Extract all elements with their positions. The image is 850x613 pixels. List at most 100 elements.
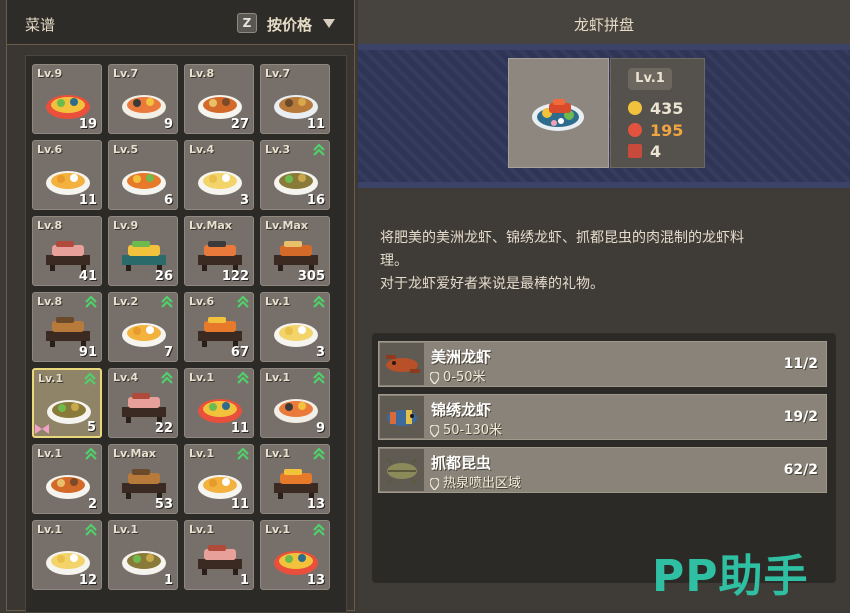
stew-bowl-icon bbox=[274, 323, 318, 347]
recipe-card[interactable]: Lv.3 16 bbox=[260, 140, 330, 210]
shrimp-plate-icon bbox=[122, 323, 166, 347]
recipe-count: 3 bbox=[239, 193, 249, 208]
ingredient-name: 抓都昆虫 bbox=[431, 454, 492, 472]
upgrade-arrow-icon bbox=[237, 447, 249, 460]
sushi-rolls-icon bbox=[122, 95, 166, 119]
recipe-list-header: 菜谱 Z 按价格 bbox=[7, 0, 354, 45]
recipe-card[interactable]: Lv.1 9 bbox=[260, 368, 330, 438]
recipe-card[interactable]: Lv.9 19 bbox=[32, 64, 102, 134]
sort-hotkey-badge[interactable]: Z bbox=[237, 13, 257, 33]
recipe-count: 12 bbox=[78, 573, 97, 588]
recipe-count: 26 bbox=[154, 269, 173, 284]
recipe-level: Lv.4 bbox=[189, 143, 215, 156]
recipe-card[interactable]: Lv.1 11 bbox=[184, 444, 254, 514]
recipe-list-title: 菜谱 bbox=[25, 16, 56, 34]
upgrade-arrow-icon bbox=[313, 143, 325, 156]
seafood-mix-icon bbox=[46, 475, 90, 499]
tofu-plate-icon bbox=[198, 171, 242, 195]
recipe-count: 27 bbox=[230, 117, 249, 132]
sort-by-price-button[interactable]: 按价格 bbox=[267, 14, 312, 35]
recipe-card[interactable]: Lv.1 3 bbox=[260, 292, 330, 362]
recipe-level: Lv.1 bbox=[37, 447, 63, 460]
upgrade-arrow-icon bbox=[85, 523, 97, 536]
recipe-level: Lv.Max bbox=[113, 447, 156, 460]
location-pin-icon bbox=[429, 369, 440, 385]
ingredient-quantity: 62/2 bbox=[783, 462, 818, 478]
recipe-level: Lv.1 bbox=[38, 372, 64, 385]
dish-level-badge: Lv.1 bbox=[628, 68, 672, 90]
description-line: 理。 bbox=[380, 253, 408, 269]
recipe-card[interactable]: Lv.1 11 bbox=[184, 368, 254, 438]
recipe-level: Lv.1 bbox=[265, 523, 291, 536]
description-line: 将肥美的美洲龙虾、锦绣龙虾、抓都昆虫的肉混制的龙虾料 bbox=[380, 230, 744, 246]
recipe-card[interactable]: Lv.1 2 bbox=[32, 444, 102, 514]
recipe-card[interactable]: Lv.1 13 bbox=[260, 444, 330, 514]
portions-value: 4 bbox=[650, 142, 662, 161]
price-value: 435 bbox=[650, 99, 684, 118]
recipe-level: Lv.1 bbox=[189, 371, 215, 384]
upgrade-arrow-icon bbox=[237, 371, 249, 384]
recipe-count: 11 bbox=[306, 117, 325, 132]
recipe-level: Lv.1 bbox=[265, 447, 291, 460]
recipe-card[interactable]: Lv.1 5 bbox=[32, 368, 102, 438]
recipe-level: Lv.5 bbox=[113, 143, 139, 156]
recipe-level: Lv.9 bbox=[113, 219, 139, 232]
recipe-card[interactable]: Lv.4 22 bbox=[108, 368, 178, 438]
recipe-grid: Lv.9 19 Lv.7 9 Lv.8 27 Lv.7 11 Lv.6 11 Lv.5 6 Lv.4 3 L… bbox=[25, 55, 347, 613]
recipe-level: Lv.7 bbox=[265, 67, 291, 80]
recipe-level: Lv.7 bbox=[113, 67, 139, 80]
recipe-card[interactable]: Lv.Max 122 bbox=[184, 216, 254, 286]
recipe-card[interactable]: Lv.2 7 bbox=[108, 292, 178, 362]
painted-lobster-icon bbox=[380, 396, 424, 438]
lobster-platter-icon bbox=[532, 99, 584, 131]
banner-top-border bbox=[358, 44, 850, 50]
upgrade-arrow-icon bbox=[161, 295, 173, 308]
recipe-card[interactable]: Lv.4 3 bbox=[184, 140, 254, 210]
recipe-card[interactable]: Lv.5 6 bbox=[108, 140, 178, 210]
ingredient-name: 美洲龙虾 bbox=[431, 348, 492, 366]
recipe-card[interactable]: Lv.1 1 bbox=[108, 520, 178, 590]
ingredient-quantity: 11/2 bbox=[783, 356, 818, 372]
recipe-level: Lv.Max bbox=[265, 219, 308, 232]
recipe-count: 19 bbox=[78, 117, 97, 132]
recipe-card[interactable]: Lv.8 27 bbox=[184, 64, 254, 134]
ingredient-name: 锦绣龙虾 bbox=[431, 401, 492, 419]
recipe-count: 41 bbox=[78, 269, 97, 284]
recipe-card[interactable]: Lv.7 9 bbox=[108, 64, 178, 134]
ingredient-row[interactable]: 抓都昆虫 热泉喷出区域 62/2 bbox=[378, 447, 827, 493]
recipe-card[interactable]: Lv.1 12 bbox=[32, 520, 102, 590]
recipe-count: 7 bbox=[163, 345, 173, 360]
description-line: 对于龙虾爱好者来说是最棒的礼物。 bbox=[380, 276, 604, 292]
sort-dropdown-icon[interactable] bbox=[323, 19, 335, 28]
recipe-card[interactable]: Lv.8 41 bbox=[32, 216, 102, 286]
recipe-card[interactable]: Lv.Max 305 bbox=[260, 216, 330, 286]
recipe-level: Lv.1 bbox=[189, 447, 215, 460]
recipe-card[interactable]: Lv.1 13 bbox=[260, 520, 330, 590]
recipe-count: 11 bbox=[230, 497, 249, 512]
recipe-card[interactable]: Lv.7 11 bbox=[260, 64, 330, 134]
upgrade-arrow-icon bbox=[161, 371, 173, 384]
watermark-logo: PP助手 bbox=[652, 551, 809, 602]
recipe-card[interactable]: Lv.6 11 bbox=[32, 140, 102, 210]
taste-rating-icon bbox=[628, 123, 642, 137]
sushi-bowl-icon bbox=[122, 551, 166, 575]
recipe-card[interactable]: Lv.6 67 bbox=[184, 292, 254, 362]
recipe-card[interactable]: Lv.9 26 bbox=[108, 216, 178, 286]
recipe-count: 67 bbox=[230, 345, 249, 360]
recipe-level: Lv.9 bbox=[37, 67, 63, 80]
ingredient-row[interactable]: 美洲龙虾 0-50米 11/2 bbox=[378, 341, 827, 387]
recipe-card[interactable]: Lv.Max 53 bbox=[108, 444, 178, 514]
lobster-icon bbox=[380, 343, 424, 385]
recipe-count: 53 bbox=[154, 497, 173, 512]
recipe-list-panel: 菜谱 Z 按价格 Lv.9 19 Lv.7 9 Lv.8 27 Lv.7 11 Lv.6 11 Lv… bbox=[6, 0, 355, 613]
gold-coin-icon bbox=[628, 101, 642, 115]
recipe-card[interactable]: Lv.1 1 bbox=[184, 520, 254, 590]
recipe-level: Lv.3 bbox=[265, 143, 291, 156]
ingredient-row[interactable]: 锦绣龙虾 50-130米 19/2 bbox=[378, 394, 827, 440]
recipe-card[interactable]: Lv.8 91 bbox=[32, 292, 102, 362]
crab-plate-icon bbox=[274, 399, 318, 423]
upgrade-arrow-icon bbox=[237, 295, 249, 308]
recipe-count: 22 bbox=[154, 421, 173, 436]
recipe-count: 91 bbox=[78, 345, 97, 360]
dish-bowl-icon bbox=[628, 144, 642, 158]
